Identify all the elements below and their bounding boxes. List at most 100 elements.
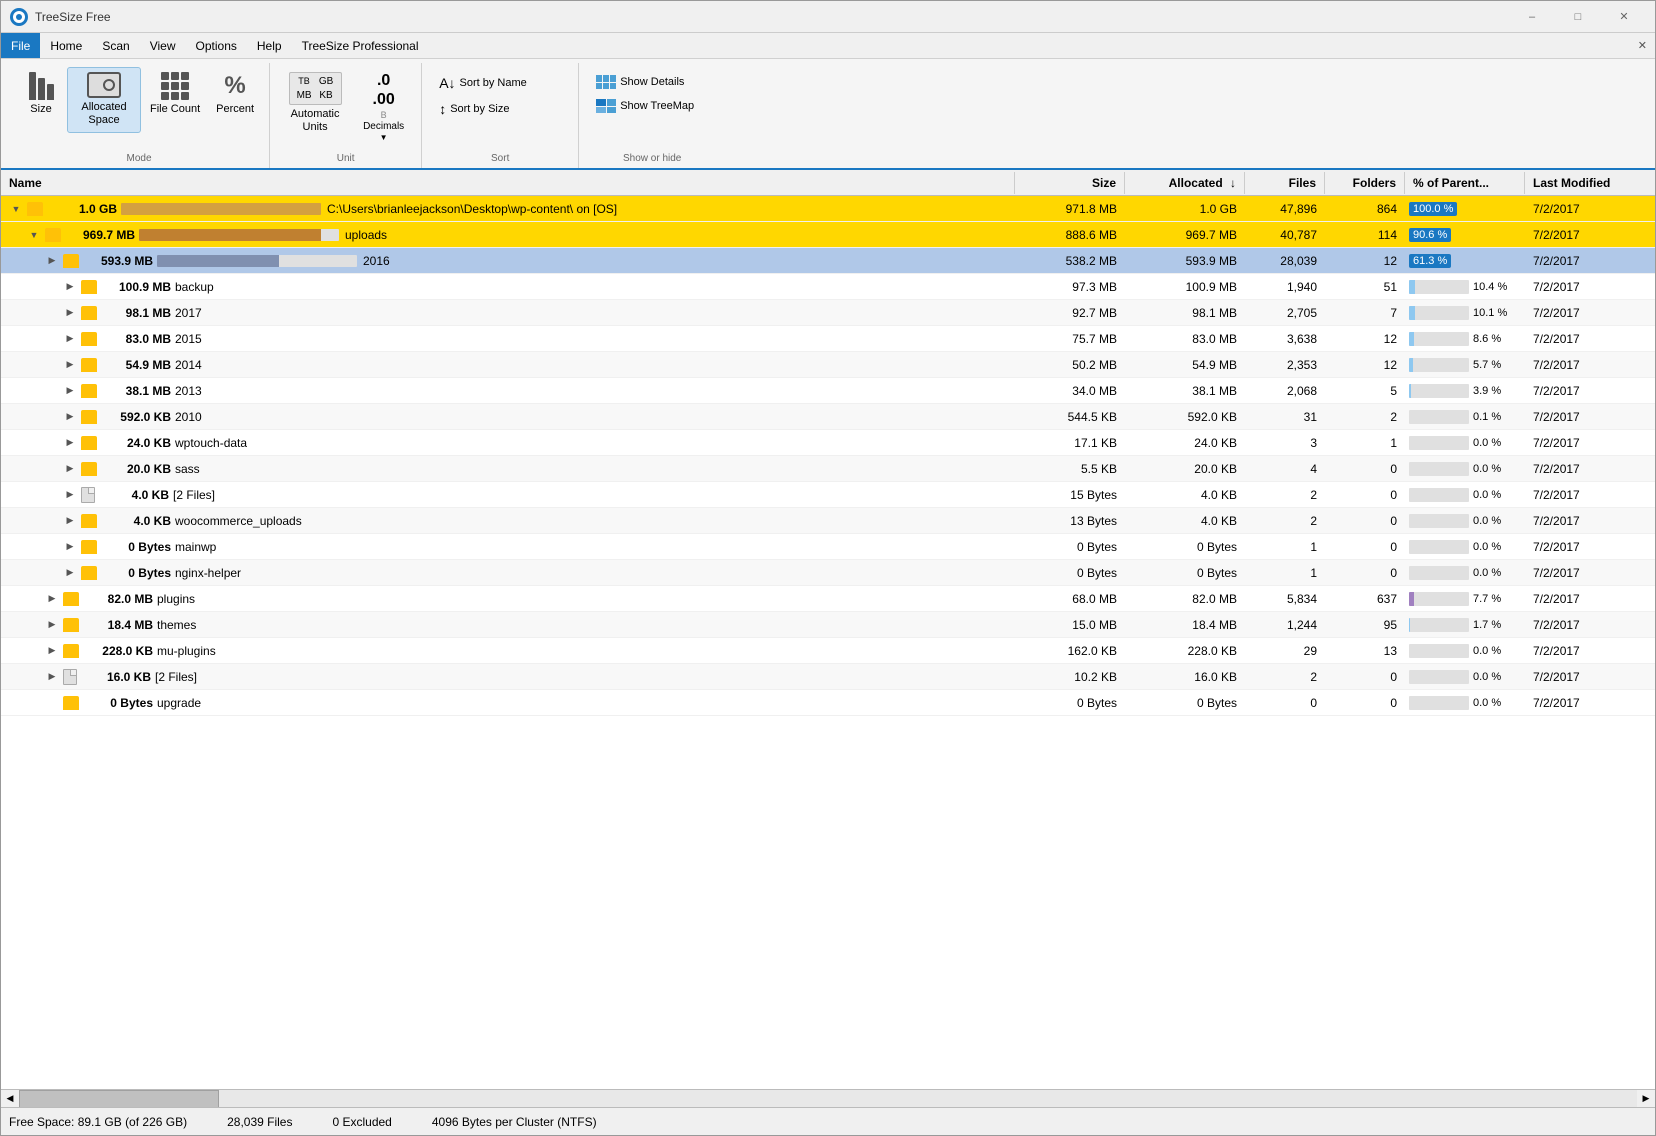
- expand-button[interactable]: ▶: [63, 358, 77, 372]
- grid-icon: [161, 72, 189, 100]
- expand-button[interactable]: ▶: [45, 670, 59, 684]
- folder-icon: [81, 540, 97, 554]
- menu-file[interactable]: File: [1, 33, 40, 58]
- scroll-right-arrow[interactable]: ▶: [1637, 1090, 1655, 1108]
- expand-button[interactable]: ▶: [63, 566, 77, 580]
- show-details-button[interactable]: Show Details: [587, 71, 717, 93]
- table-row[interactable]: ▶18.4 MBthemes15.0 MB18.4 MB1,244951.7 %…: [1, 612, 1655, 638]
- table-row[interactable]: ▶20.0 KBsass5.5 KB20.0 KB400.0 %7/2/2017: [1, 456, 1655, 482]
- table-row[interactable]: ▶228.0 KBmu-plugins162.0 KB228.0 KB29130…: [1, 638, 1655, 664]
- bar2: [38, 78, 45, 100]
- expand-button[interactable]: ▶: [63, 332, 77, 346]
- expand-button[interactable]: ▼: [27, 228, 41, 242]
- date-cell: 7/2/2017: [1525, 488, 1655, 502]
- col-name[interactable]: Name: [1, 172, 1015, 194]
- unit-group-label: Unit: [337, 151, 355, 168]
- date-cell: 7/2/2017: [1525, 306, 1655, 320]
- scroll-left-arrow[interactable]: ◀: [1, 1090, 19, 1108]
- table-row[interactable]: ▶0 Bytesnginx-helper0 Bytes0 Bytes100.0 …: [1, 560, 1655, 586]
- expand-button[interactable]: ▼: [9, 202, 23, 216]
- mode-size-button[interactable]: Size: [17, 67, 65, 133]
- expand-button[interactable]: ▶: [63, 306, 77, 320]
- col-pct-parent[interactable]: % of Parent...: [1405, 172, 1525, 194]
- table-row[interactable]: ▶593.9 MB2016538.2 MB593.9 MB28,0391261.…: [1, 248, 1655, 274]
- col-size[interactable]: Size: [1015, 172, 1125, 194]
- expand-button[interactable]: ▶: [45, 254, 59, 268]
- sort-by-size-button[interactable]: ↕ Sort by Size: [430, 97, 570, 121]
- mode-percent-button[interactable]: % Percent: [209, 67, 261, 133]
- table-header: Name Size Allocated ↓ Files Folders % of…: [1, 170, 1655, 196]
- menu-professional[interactable]: TreeSize Professional: [292, 33, 429, 58]
- sort-by-name-button[interactable]: A↓ Sort by Name: [430, 71, 570, 95]
- table-row[interactable]: ▶4.0 KBwoocommerce_uploads13 Bytes4.0 KB…: [1, 508, 1655, 534]
- size-cell: 15 Bytes: [1015, 488, 1125, 502]
- expand-button[interactable]: ▶: [63, 540, 77, 554]
- pct-bar-wrapper: [1409, 358, 1469, 372]
- col-last-modified[interactable]: Last Modified: [1525, 172, 1655, 194]
- table-row[interactable]: ▶592.0 KB2010544.5 KB592.0 KB3120.1 %7/2…: [1, 404, 1655, 430]
- menu-view[interactable]: View: [140, 33, 186, 58]
- table-row[interactable]: ▶100.9 MBbackup97.3 MB100.9 MB1,9405110.…: [1, 274, 1655, 300]
- expand-button[interactable]: ▶: [63, 384, 77, 398]
- name-cell: ▶0 Bytesmainwp: [1, 540, 1015, 554]
- mode-filecount-button[interactable]: File Count: [143, 67, 207, 133]
- menu-scan[interactable]: Scan: [92, 33, 139, 58]
- allocated-cell: 1.0 GB: [1125, 202, 1245, 216]
- table-row[interactable]: ▶4.0 KB[2 Files]15 Bytes4.0 KB200.0 %7/2…: [1, 482, 1655, 508]
- scroll-thumb[interactable]: [19, 1090, 219, 1108]
- expand-button[interactable]: ▶: [63, 410, 77, 424]
- minimize-button[interactable]: –: [1509, 1, 1555, 33]
- expand-button[interactable]: ▶: [45, 592, 59, 606]
- expand-button[interactable]: ▶: [63, 514, 77, 528]
- table-row[interactable]: ▶16.0 KB[2 Files]10.2 KB16.0 KB200.0 %7/…: [1, 664, 1655, 690]
- pct-text: 8.6 %: [1473, 333, 1501, 345]
- expand-button[interactable]: ▶: [45, 618, 59, 632]
- col-folders[interactable]: Folders: [1325, 172, 1405, 194]
- table-row[interactable]: ▶83.0 MB201575.7 MB83.0 MB3,638128.6 %7/…: [1, 326, 1655, 352]
- table-row[interactable]: ▶82.0 MBplugins68.0 MB82.0 MB5,8346377.7…: [1, 586, 1655, 612]
- table-row[interactable]: ▼969.7 MBuploads888.6 MB969.7 MB40,78711…: [1, 222, 1655, 248]
- allocated-cell: 16.0 KB: [1125, 670, 1245, 684]
- folders-cell: 114: [1325, 228, 1405, 242]
- allocated-cell: 38.1 MB: [1125, 384, 1245, 398]
- expand-button[interactable]: ▶: [63, 436, 77, 450]
- horizontal-scrollbar[interactable]: ◀ ▶: [1, 1089, 1655, 1107]
- pct-cell: 100.0 %: [1405, 202, 1525, 216]
- size-label: 0 Bytes: [83, 696, 153, 710]
- maximize-button[interactable]: □: [1555, 1, 1601, 33]
- mode-allocated-button[interactable]: Allocated Space: [67, 67, 141, 133]
- expand-button[interactable]: ▶: [63, 280, 77, 294]
- size-cell: 15.0 MB: [1015, 618, 1125, 632]
- table-row[interactable]: ▶0 Bytesmainwp0 Bytes0 Bytes100.0 %7/2/2…: [1, 534, 1655, 560]
- tree-body[interactable]: ▼1.0 GBC:\Users\brianleejackson\Desktop\…: [1, 196, 1655, 1089]
- close-button[interactable]: ✕: [1601, 1, 1647, 33]
- show-treemap-button[interactable]: Show TreeMap: [587, 95, 717, 117]
- folder-icon: [63, 254, 79, 268]
- col-allocated[interactable]: Allocated ↓: [1125, 172, 1245, 194]
- table-row[interactable]: ▶54.9 MB201450.2 MB54.9 MB2,353125.7 %7/…: [1, 352, 1655, 378]
- folder-icon: [81, 436, 97, 450]
- menu-options[interactable]: Options: [186, 33, 247, 58]
- menu-home[interactable]: Home: [40, 33, 92, 58]
- table-row[interactable]: ▶38.1 MB201334.0 MB38.1 MB2,06853.9 %7/2…: [1, 378, 1655, 404]
- sort-col: A↓ Sort by Name ↕ Sort by Size: [430, 67, 570, 125]
- table-row[interactable]: 0 Bytesupgrade0 Bytes0 Bytes000.0 %7/2/2…: [1, 690, 1655, 716]
- menu-help[interactable]: Help: [247, 33, 292, 58]
- gb-label: GB: [316, 75, 337, 88]
- size-label: 38.1 MB: [101, 384, 171, 398]
- expand-button[interactable]: ▶: [63, 462, 77, 476]
- expand-button[interactable]: ▶: [45, 644, 59, 658]
- table-row[interactable]: ▶24.0 KBwptouch-data17.1 KB24.0 KB310.0 …: [1, 430, 1655, 456]
- expand-button[interactable]: [45, 696, 59, 710]
- col-files[interactable]: Files: [1245, 172, 1325, 194]
- expand-button[interactable]: ▶: [63, 488, 77, 502]
- size-label: 16.0 KB: [81, 670, 151, 684]
- cluster-status: 4096 Bytes per Cluster (NTFS): [432, 1115, 597, 1129]
- menu-close-btn[interactable]: ✕: [1630, 39, 1655, 52]
- unit-buttons: TB GB MB KB Automatic Units .0 .00 B Dec…: [278, 63, 413, 151]
- decimals-button[interactable]: .0 .00 B Decimals ▼: [354, 67, 413, 147]
- table-row[interactable]: ▼1.0 GBC:\Users\brianleejackson\Desktop\…: [1, 196, 1655, 222]
- table-row[interactable]: ▶98.1 MB201792.7 MB98.1 MB2,705710.1 %7/…: [1, 300, 1655, 326]
- scroll-track[interactable]: [19, 1090, 1637, 1108]
- auto-units-button[interactable]: TB GB MB KB Automatic Units: [278, 67, 352, 139]
